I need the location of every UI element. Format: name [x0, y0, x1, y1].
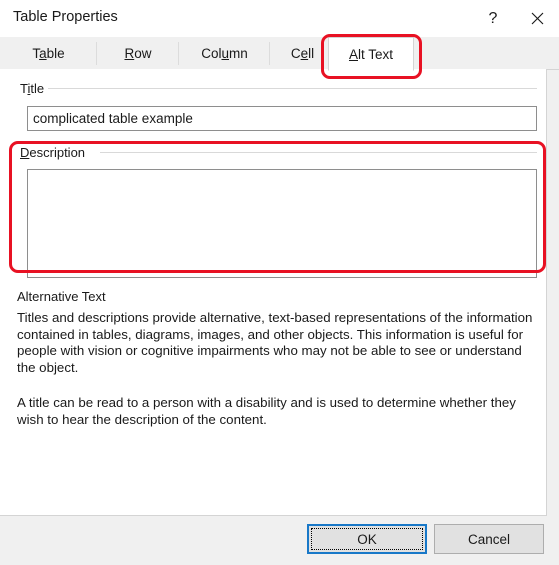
ok-button-label: OK: [357, 531, 377, 547]
title-bar-buttons: ?: [471, 0, 559, 37]
title-group-rule: [44, 88, 537, 89]
tab-column-label: Column: [201, 46, 248, 61]
tab-cell-label: Cell: [290, 46, 315, 61]
tab-strip: Table Row Column Cell Alt Text: [0, 37, 559, 71]
cancel-button[interactable]: Cancel: [434, 524, 544, 554]
question-mark-icon: ?: [488, 9, 498, 27]
description-group-label: Description: [17, 145, 90, 160]
title-bar: Table Properties ?: [0, 0, 559, 37]
tab-table[interactable]: Table: [0, 37, 97, 70]
alternative-text-heading: Alternative Text: [17, 289, 106, 304]
alternative-text-paragraph-1: Titles and descriptions provide alternat…: [17, 310, 533, 375]
close-x-icon: [531, 12, 544, 25]
tab-row[interactable]: Row: [97, 37, 179, 70]
tab-alt-text[interactable]: Alt Text: [328, 37, 414, 71]
alternative-text-paragraph-2: A title can be read to a person with a d…: [17, 395, 516, 427]
description-textarea[interactable]: [27, 169, 537, 278]
cancel-button-label: Cancel: [467, 531, 511, 547]
tab-column[interactable]: Column: [179, 37, 270, 70]
tab-alt-text-label: Alt Text: [348, 46, 394, 62]
table-properties-dialog: Table Properties ? Table Row Column Cell…: [0, 0, 559, 565]
tab-cell[interactable]: Cell: [270, 37, 335, 70]
tab-row-label: Row: [124, 46, 152, 61]
description-group-rule: [100, 152, 537, 153]
tab-table-label: Table: [32, 46, 65, 61]
window-title: Table Properties: [13, 9, 118, 25]
ok-button[interactable]: OK: [307, 524, 427, 554]
close-button[interactable]: [515, 0, 559, 37]
help-button[interactable]: ?: [471, 0, 515, 37]
title-group-label: Title: [17, 81, 49, 96]
alt-text-panel: Title Description Alternative Text Title…: [0, 69, 547, 516]
title-input[interactable]: [27, 106, 537, 131]
